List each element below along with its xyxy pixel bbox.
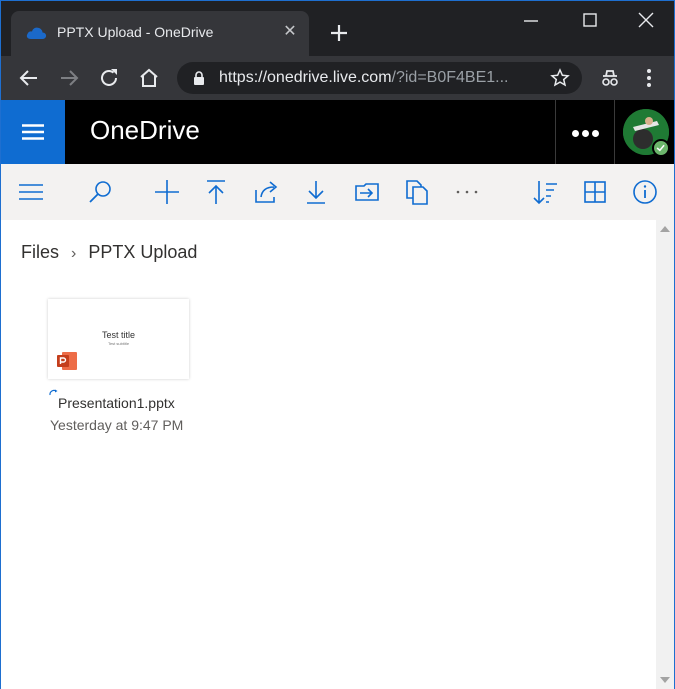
plus-icon[interactable] xyxy=(327,21,351,45)
file-list-area: Files › PPTX Upload Test title Test subtit… xyxy=(1,220,656,689)
dot xyxy=(572,130,579,137)
dot xyxy=(592,130,599,137)
close-icon[interactable]: ✕ xyxy=(281,23,299,41)
onedrive-cloud-icon xyxy=(26,27,47,39)
maximize-icon[interactable] xyxy=(575,9,605,33)
window-close-icon[interactable] xyxy=(631,9,661,33)
breadcrumb-files-link[interactable]: Files xyxy=(21,242,59,262)
thumbnail-title: Test title xyxy=(101,330,135,340)
move-to-icon xyxy=(355,183,379,201)
breadcrumb-current[interactable]: PPTX Upload xyxy=(88,242,197,262)
hamburger-icon xyxy=(19,184,43,200)
onedrive-header: OneDrive xyxy=(1,100,674,164)
kebab-menu-icon[interactable] xyxy=(637,66,661,90)
view-grid-icon xyxy=(584,181,606,203)
star-icon[interactable] xyxy=(550,68,570,88)
app-launcher-button[interactable] xyxy=(1,100,65,164)
scroll-down-arrow-icon[interactable] xyxy=(660,677,670,683)
tab-title: PPTX Upload - OneDrive xyxy=(57,24,214,40)
back-arrow-icon[interactable] xyxy=(17,66,41,90)
view-options-button[interactable] xyxy=(581,178,609,206)
minimize-icon[interactable] xyxy=(516,9,546,33)
incognito-icon[interactable] xyxy=(598,66,622,90)
file-name[interactable]: Presentation1.pptx xyxy=(58,395,175,411)
new-icon xyxy=(155,180,179,204)
url-text[interactable]: https://onedrive.live.com/?id=B0F4BE1... xyxy=(219,69,509,87)
hamburger-icon xyxy=(22,124,44,140)
search-icon xyxy=(89,181,111,203)
file-modified-date: Yesterday at 9:47 PM xyxy=(50,417,184,433)
file-tile[interactable]: Test title Test subtitle xyxy=(48,299,189,379)
sort-icon xyxy=(533,181,557,205)
upload-icon xyxy=(207,180,225,204)
home-icon[interactable] xyxy=(137,66,161,90)
lock-icon[interactable] xyxy=(191,70,207,86)
status-check-icon xyxy=(652,139,670,157)
thumbnail-subtitle: Test subtitle xyxy=(107,341,130,346)
scroll-up-arrow-icon[interactable] xyxy=(660,226,670,232)
nav-toggle-button[interactable] xyxy=(17,178,45,206)
scrollbar[interactable] xyxy=(656,220,674,689)
more-commands-button[interactable] xyxy=(453,178,481,206)
download-icon xyxy=(307,181,325,204)
brand-title[interactable]: OneDrive xyxy=(90,115,200,146)
breadcrumb-separator: › xyxy=(71,245,77,262)
dot xyxy=(582,130,589,137)
reload-icon[interactable] xyxy=(97,66,121,90)
new-button[interactable] xyxy=(153,178,181,206)
move-to-button[interactable] xyxy=(353,178,381,206)
browser-titlebar: PPTX Upload - OneDrive ✕ xyxy=(1,1,674,56)
forward-arrow-icon[interactable] xyxy=(57,66,81,90)
info-icon xyxy=(633,180,657,204)
details-pane-button[interactable] xyxy=(631,178,659,206)
share-button[interactable] xyxy=(252,178,280,206)
powerpoint-icon xyxy=(57,352,77,370)
more-icon xyxy=(456,190,478,194)
copy-to-icon xyxy=(406,180,428,205)
browser-tab[interactable]: PPTX Upload - OneDrive ✕ xyxy=(11,11,309,56)
sort-button[interactable] xyxy=(531,178,559,206)
browser-toolbar: https://onedrive.live.com/?id=B0F4BE1... xyxy=(1,56,674,100)
breadcrumb: Files › PPTX Upload xyxy=(21,242,197,263)
url-host: https://onedrive.live.com xyxy=(219,69,392,86)
url-path: /?id=B0F4BE1... xyxy=(391,69,509,86)
upload-button[interactable] xyxy=(202,178,230,206)
address-bar[interactable]: https://onedrive.live.com/?id=B0F4BE1... xyxy=(177,62,582,94)
search-button[interactable] xyxy=(87,178,115,206)
download-button[interactable] xyxy=(302,178,330,206)
more-options-button[interactable] xyxy=(555,100,615,164)
copy-to-button[interactable] xyxy=(403,178,431,206)
command-bar xyxy=(1,164,674,220)
share-icon xyxy=(255,181,278,203)
